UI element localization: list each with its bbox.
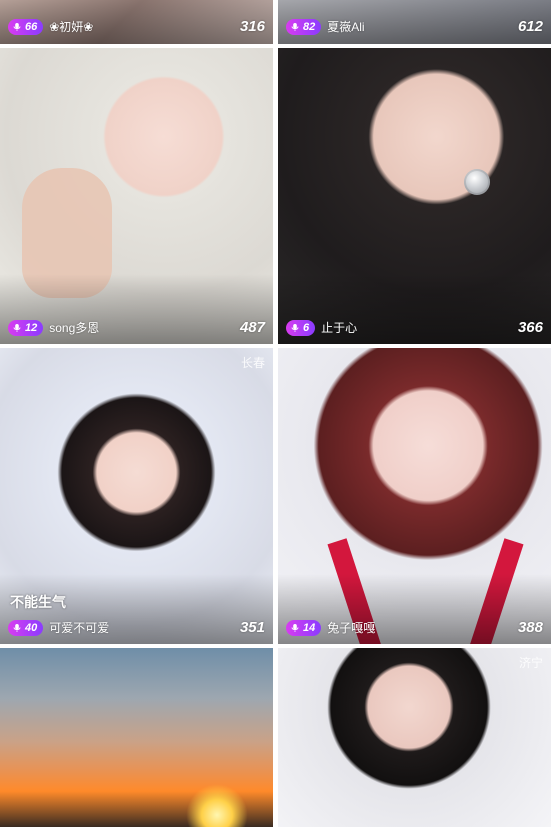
microphone-icon xyxy=(12,323,22,333)
stream-card[interactable]: 82 夏嶶Ali 612 xyxy=(278,0,551,44)
listener-count: 6 xyxy=(303,321,310,334)
listener-count: 82 xyxy=(303,20,316,33)
listener-count: 14 xyxy=(303,621,316,634)
earring xyxy=(464,169,490,195)
live-stream-grid: 66 ❀初妍❀ 316 82 夏嶶Ali 612 12 song多恩 487 6… xyxy=(0,0,551,827)
listener-badge: 40 xyxy=(8,619,44,636)
card-footer: 66 ❀初妍❀ 316 xyxy=(8,18,265,35)
viewer-count: 612 xyxy=(517,18,543,35)
host-name: 兔子嘎嘎 xyxy=(327,621,376,635)
card-footer: 82 夏嶶Ali 612 xyxy=(286,18,543,35)
listener-badge: 66 xyxy=(8,18,44,35)
card-footer: 14 兔子嘎嘎 388 xyxy=(286,619,543,636)
card-footer: 6 止于心 366 xyxy=(286,319,543,336)
host-name: ❀初妍❀ xyxy=(49,20,94,34)
listener-badge: 6 xyxy=(286,319,316,336)
listener-count: 66 xyxy=(25,20,38,33)
microphone-icon xyxy=(290,22,300,32)
viewer-count: 487 xyxy=(239,319,265,336)
host-name: song多恩 xyxy=(49,321,100,335)
stream-card[interactable]: 14 兔子嘎嘎 388 xyxy=(278,348,551,644)
microphone-icon xyxy=(290,623,300,633)
stream-thumbnail xyxy=(278,648,551,827)
card-footer: 12 song多恩 487 xyxy=(8,319,265,336)
card-footer: 40 可爱不可爱 351 xyxy=(8,619,265,636)
host-name: 止于心 xyxy=(321,321,358,335)
host-name: 可爱不可爱 xyxy=(49,621,110,635)
listener-badge: 12 xyxy=(8,319,44,336)
stream-card[interactable]: 济宁 xyxy=(278,648,551,827)
listener-badge: 14 xyxy=(286,619,322,636)
stream-title: 不能生气 xyxy=(10,594,66,610)
viewer-count: 388 xyxy=(517,619,543,636)
stream-card[interactable]: 12 song多恩 487 xyxy=(0,48,273,344)
listener-badge: 82 xyxy=(286,18,322,35)
viewer-count: 351 xyxy=(239,619,265,636)
microphone-icon xyxy=(12,22,22,32)
stream-card[interactable]: 66 ❀初妍❀ 316 xyxy=(0,0,273,44)
viewer-count: 366 xyxy=(517,319,543,336)
stream-card[interactable]: 长春 不能生气 40 可爱不可爱 351 xyxy=(0,348,273,644)
listener-count: 40 xyxy=(25,621,38,634)
microphone-icon xyxy=(290,323,300,333)
stream-card[interactable] xyxy=(0,648,273,827)
host-name: 夏嶶Ali xyxy=(327,20,365,34)
city-label: 济宁 xyxy=(518,656,543,670)
listener-count: 12 xyxy=(25,321,38,334)
microphone-icon xyxy=(12,623,22,633)
city-label: 长春 xyxy=(240,356,265,370)
stream-card[interactable]: 6 止于心 366 xyxy=(278,48,551,344)
viewer-count: 316 xyxy=(239,18,265,35)
